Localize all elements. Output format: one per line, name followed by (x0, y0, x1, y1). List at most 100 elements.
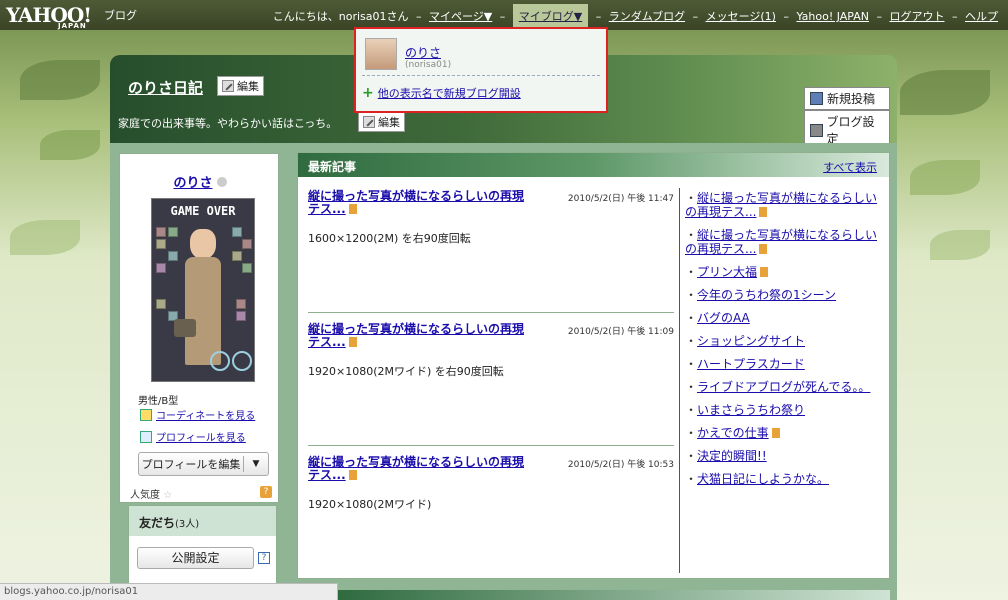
list-item-link[interactable]: 縦に撮った写真が横になるらしいの再現テス... (685, 191, 877, 219)
popularity-row: 人気度 ☆ (130, 486, 172, 501)
post-title[interactable]: 縦に撮った写真が横になるらしいの再現テス... (308, 189, 524, 216)
nav-random-blog[interactable]: ランダムブログ (609, 10, 685, 23)
nav-separator: – (595, 10, 602, 23)
logo-blog-label[interactable]: ブログ (104, 7, 137, 23)
recent-posts-title: 最新記事 (308, 160, 357, 174)
list-item: プリン大福 (685, 265, 881, 279)
avatar-head (190, 229, 216, 259)
new-blog-label[interactable]: 他の表示名で新規ブログ開設 (378, 85, 521, 101)
avatar-bag (174, 319, 196, 337)
coordinate-link[interactable]: コーディネートを見る (140, 407, 255, 422)
nav-mypage[interactable]: マイページ▼ (429, 10, 492, 23)
post-body: 1920×1080(2Mワイド) (308, 498, 432, 511)
popularity-help-icon[interactable]: ? (260, 486, 272, 498)
avatar-wheel (210, 351, 230, 371)
post-date: 2010/5/2(日) 午後 11:09 (567, 327, 674, 337)
wrench-icon (810, 123, 823, 137)
document-icon (759, 207, 768, 217)
blog-title[interactable]: のりさ日記 (128, 77, 203, 98)
nav-separator: – (952, 10, 958, 23)
post-title-row: 縦に撮った写真が横になるらしいの再現テス... (308, 323, 528, 349)
list-item: 決定的瞬間!! (685, 449, 881, 463)
list-item-link[interactable]: ライブドアブログが死んでる。。 (697, 380, 870, 394)
edit-profile-button[interactable]: プロフィールを編集 ▼ (138, 452, 269, 476)
recent-posts-header: 最新記事 すべて表示 (298, 153, 889, 177)
avatar-block (156, 263, 166, 273)
list-item-link[interactable]: 縦に撮った写真が横になるらしいの再現テス... (685, 228, 877, 256)
edit-label: 編集 (237, 80, 259, 93)
nav-yahoo-japan[interactable]: Yahoo! JAPAN (796, 10, 869, 23)
post-title[interactable]: 縦に撮った写真が横になるらしいの再現テス... (308, 322, 524, 349)
edit-profile-label[interactable]: プロフィールを編集 (139, 456, 244, 472)
post-title[interactable]: 縦に撮った写真が横になるらしいの再現テス... (308, 455, 524, 482)
list-item-link[interactable]: 今年のうちわ祭の1シーン (697, 288, 836, 302)
post-item: 縦に撮った写真が横になるらしいの再現テス... 2010/5/2(日) 午後 1… (308, 456, 674, 512)
edit-label: 編集 (378, 116, 400, 129)
dropdown-divider (362, 75, 600, 76)
edit-title-button[interactable]: 編集 (217, 76, 264, 96)
avatar-body (185, 257, 221, 365)
friends-header: 友だち(3人) (129, 506, 276, 536)
view-profile-link[interactable]: プロフィールを見る (140, 429, 246, 444)
avatar-block (156, 299, 166, 309)
document-icon (348, 337, 357, 347)
nav-messages[interactable]: メッセージ(1) (706, 10, 776, 23)
edit-subtitle-button[interactable]: 編集 (358, 112, 405, 132)
avatar-block (236, 311, 246, 321)
nav-separator: – (499, 10, 506, 23)
document-icon (771, 428, 780, 438)
new-post-label: 新規投稿 (827, 92, 876, 106)
bottom-panel-edge (338, 590, 890, 600)
list-item: 犬猫日記にしようかな。 (685, 472, 881, 486)
list-item-link[interactable]: いまさらうちわ祭り (697, 403, 805, 417)
post-item: 縦に撮った写真が横になるらしいの再現テス... 2010/5/2(日) 午後 1… (308, 190, 674, 246)
list-item-link[interactable]: ハートプラスカード (697, 357, 805, 371)
avatar-block (232, 251, 242, 261)
coordinate-icon (140, 408, 152, 421)
list-item: バグのAA (685, 311, 881, 325)
post-date: 2010/5/2(日) 午後 11:47 (567, 194, 674, 204)
list-item-link[interactable]: 犬猫日記にしようかな。 (697, 472, 829, 486)
new-blog-link[interactable]: + 他の表示名で新規ブログ開設 (362, 85, 521, 101)
nav-help[interactable]: ヘルプ (965, 10, 998, 23)
list-item-link[interactable]: バグのAA (697, 311, 750, 325)
post-body: 1600×1200(2M) を右90度回転 (308, 232, 471, 245)
post-title-row: 縦に撮った写真が横になるらしいの再現テス... (308, 456, 528, 482)
nav-separator: – (783, 10, 789, 23)
view-profile-label[interactable]: プロフィールを見る (156, 429, 246, 444)
post-divider (308, 445, 674, 446)
show-all-link[interactable]: すべて表示 (823, 159, 877, 175)
list-item-link[interactable]: かえでの仕事 (697, 426, 769, 440)
popularity-label: 人気度 (130, 490, 160, 501)
list-item-link[interactable]: プリン大福 (697, 265, 757, 279)
friends-help-icon[interactable]: ? (258, 552, 270, 564)
face-icon (216, 177, 227, 187)
dropdown-arrow-icon[interactable]: ▼ (244, 459, 268, 469)
dropdown-user-id: (norisa01) (405, 60, 452, 70)
pencil-icon (363, 116, 375, 128)
profile-name[interactable]: のりさ (173, 176, 212, 191)
avatar-thumbnail[interactable] (365, 38, 397, 70)
list-item-link[interactable]: 決定的瞬間!! (697, 449, 767, 463)
recent-post-list: 縦に撮った写真が横になるらしいの再現テス... 縦に撮った写真が横になるらしいの… (685, 191, 881, 495)
yahoo-logo[interactable]: YAHOO! JAPAN (6, 3, 92, 30)
profile-name-row: のりさ (120, 172, 280, 191)
nav-logout[interactable]: ログアウト (890, 10, 945, 23)
nav-separator: – (692, 10, 699, 23)
browser-status-bar: blogs.yahoo.co.jp/norisa01 (0, 583, 338, 600)
avatar-block (156, 227, 166, 237)
dropdown-blog-name[interactable]: のりさ (405, 44, 441, 61)
blog-subtitle: 家庭での出来事等。やわらかい話はこっち。 (118, 117, 338, 130)
new-post-button[interactable]: 新規投稿 (804, 87, 890, 110)
public-settings-button[interactable]: 公開設定 (137, 547, 254, 569)
coordinate-label[interactable]: コーディネートを見る (156, 407, 255, 422)
profile-avatar[interactable]: GAME OVER (151, 198, 255, 382)
list-item-link[interactable]: ショッピングサイト (697, 334, 805, 348)
recent-posts-panel: 最新記事 すべて表示 縦に撮った写真が横になるらしいの再現テス... 2010/… (297, 152, 890, 579)
friends-count: (3人) (175, 519, 200, 530)
nav-separator: – (876, 10, 883, 23)
document-icon (348, 470, 357, 480)
list-item: ライブドアブログが死んでる。。 (685, 380, 881, 394)
avatar-block (232, 227, 242, 237)
nav-myblog[interactable]: マイブログ▼ (519, 10, 582, 23)
